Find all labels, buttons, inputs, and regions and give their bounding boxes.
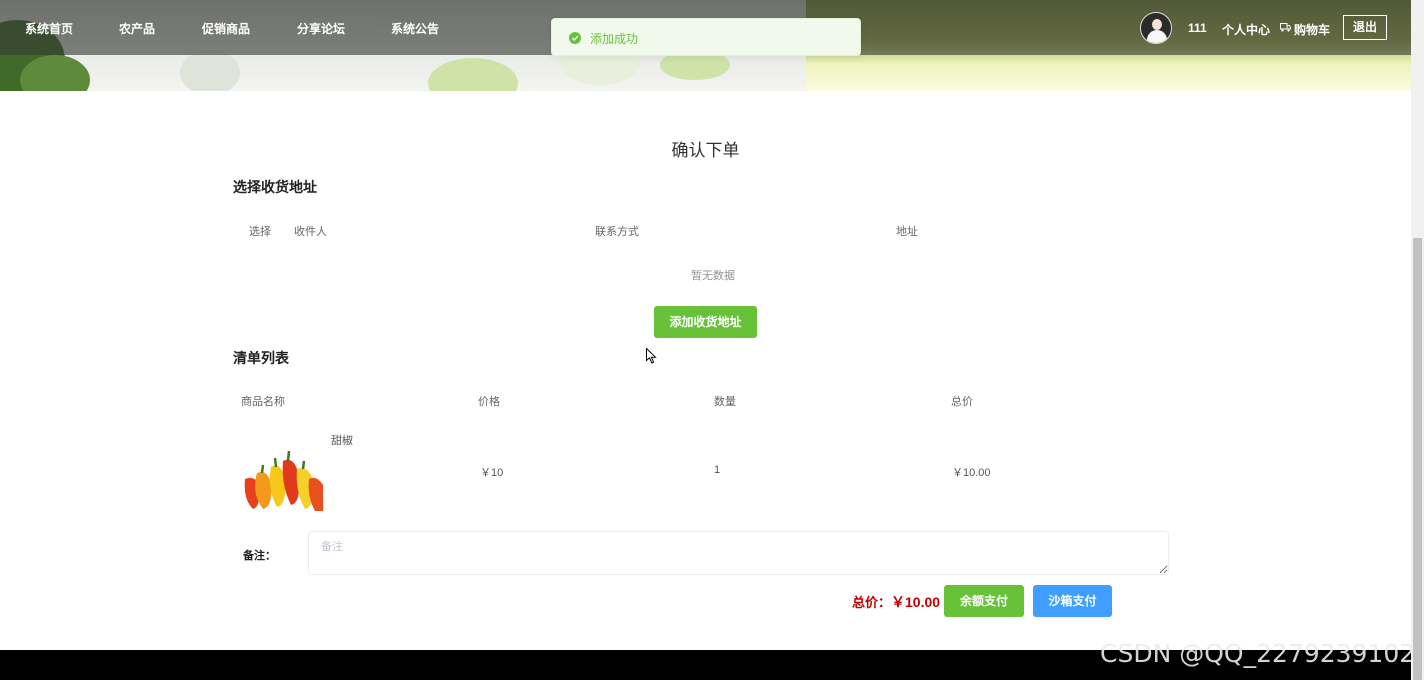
csdn-watermark: CSDN @QQ_2279239102	[1100, 639, 1416, 668]
balance-pay-button[interactable]: 余额支付	[944, 585, 1024, 617]
total-label: 总价：	[852, 595, 892, 610]
lettuce-shape	[428, 58, 518, 91]
check-circle-icon	[569, 32, 581, 44]
mouse-cursor-icon	[646, 348, 657, 364]
success-toast: 添加成功	[551, 18, 861, 56]
product-price: ￥10	[480, 467, 504, 479]
address-heading: 选择收货地址	[233, 179, 317, 195]
product-quantity: 1	[714, 464, 721, 476]
list-col-total: 总价	[951, 396, 973, 408]
sandbox-pay-button[interactable]: 沙箱支付	[1033, 585, 1112, 617]
address-col-address: 地址	[896, 226, 918, 238]
page-title: 确认下单	[671, 141, 740, 160]
nav-item-announcements[interactable]: 系统公告	[391, 20, 439, 37]
avatar-body	[1147, 30, 1167, 43]
personal-center-link[interactable]: 个人中心	[1222, 21, 1270, 38]
avatar-face	[1152, 19, 1162, 30]
address-col-contact: 联系方式	[595, 226, 639, 238]
list-col-quantity: 数量	[714, 396, 736, 408]
remark-textarea[interactable]	[308, 531, 1169, 575]
nav-item-home[interactable]: 系统首页	[25, 20, 73, 37]
product-image	[241, 449, 323, 511]
product-total: ￥10.00	[952, 467, 991, 479]
list-col-price: 价格	[478, 396, 500, 408]
toast-message: 添加成功	[590, 32, 639, 46]
product-name: 甜椒	[331, 435, 353, 447]
list-col-product: 商品名称	[241, 396, 285, 408]
avatar[interactable]	[1140, 12, 1172, 44]
logout-button[interactable]: 退出	[1343, 15, 1387, 40]
username: 111	[1188, 21, 1207, 35]
vegetable-shape	[180, 50, 240, 91]
order-list-heading: 清单列表	[233, 350, 289, 366]
nav-item-promotions[interactable]: 促销商品	[202, 20, 250, 37]
address-empty-state: 暂无数据	[691, 270, 735, 282]
address-col-recipient: 收件人	[294, 226, 327, 238]
remark-label: 备注：	[243, 550, 276, 562]
address-col-select: 选择	[249, 226, 271, 238]
add-address-button[interactable]: 添加收货地址	[654, 306, 757, 338]
cart-link[interactable]: 购物车	[1294, 21, 1330, 38]
nav-item-products[interactable]: 农产品	[119, 20, 155, 37]
scrollbar-thumb[interactable]	[1413, 238, 1422, 680]
total-amount: ￥10.00	[891, 594, 941, 610]
nav-item-forum[interactable]: 分享论坛	[297, 20, 345, 37]
cart-icon[interactable]	[1280, 23, 1291, 32]
